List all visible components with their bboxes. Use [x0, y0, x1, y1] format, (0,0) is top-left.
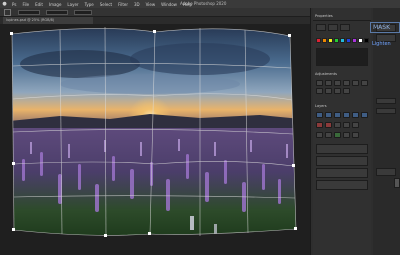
layer-row-4[interactable] — [316, 180, 368, 190]
adjust-levels-button[interactable] — [325, 80, 332, 86]
menu-item-type[interactable]: Type — [82, 2, 97, 7]
layer-row-3[interactable] — [316, 168, 368, 178]
swatch-yellow[interactable] — [328, 38, 333, 43]
mask-label: MASK — [370, 22, 400, 33]
layer-action-3[interactable] — [334, 112, 341, 118]
swatch-white[interactable] — [358, 38, 363, 43]
layer-row-2[interactable] — [316, 156, 368, 166]
divider — [313, 20, 371, 21]
histogram — [316, 48, 368, 66]
adjust-mixer-button[interactable] — [343, 88, 350, 94]
adjust-bw-button[interactable] — [325, 88, 332, 94]
tool-red-1[interactable] — [316, 122, 323, 128]
swatch-orange[interactable] — [322, 38, 327, 43]
panel-title-adjustments: Adjustments — [315, 72, 337, 76]
adjust-vibrance-button[interactable] — [352, 80, 359, 86]
adjust-exposure-button[interactable] — [343, 80, 350, 86]
blend-mode-link[interactable]: Lighten — [372, 41, 391, 47]
properties-panel: Properties Adjustments Layers — [313, 8, 371, 255]
menu-item-filter[interactable]: Filter — [115, 2, 131, 7]
adjust-photo-filter-button[interactable] — [334, 88, 341, 94]
panel-control-2[interactable] — [328, 24, 338, 31]
tool-8[interactable] — [343, 132, 350, 138]
option-field-3[interactable] — [74, 10, 92, 15]
menu-item-layer[interactable]: Layer — [64, 2, 81, 7]
tool-6[interactable] — [316, 132, 323, 138]
layer-action-6[interactable] — [361, 112, 368, 118]
option-field-2[interactable] — [46, 10, 68, 15]
menu-item-select[interactable]: Select — [97, 2, 115, 7]
tool-red-2[interactable] — [325, 122, 332, 128]
layer-action-4[interactable] — [343, 112, 350, 118]
document-tab[interactable]: lupines.psd @ 25% (RGB/8) — [3, 17, 93, 24]
tool-4[interactable] — [343, 122, 350, 128]
menu-item-ps[interactable]: Ps — [9, 2, 19, 7]
adjust-balance-button[interactable] — [316, 88, 323, 94]
panel-control-1[interactable] — [316, 24, 326, 31]
swatch-black[interactable] — [364, 38, 369, 43]
adjust-hue-button[interactable] — [361, 80, 368, 86]
photoshop-window: ● Ps File Edit Image Layer Type Select F… — [0, 0, 400, 255]
menu-item-image[interactable]: Image — [46, 2, 65, 7]
swatch-green[interactable] — [334, 38, 339, 43]
menu-item-window[interactable]: Window — [158, 2, 180, 7]
side-control-5[interactable] — [376, 168, 396, 176]
panel-control-3[interactable] — [340, 24, 350, 31]
swatch-purple[interactable] — [352, 38, 357, 43]
menu-item-3d[interactable]: 3D — [131, 2, 143, 7]
swatch-blue[interactable] — [346, 38, 351, 43]
layer-action-2[interactable] — [325, 112, 332, 118]
adjust-curves-button[interactable] — [334, 80, 341, 86]
menu-item-view[interactable]: View — [143, 2, 159, 7]
swatch-cyan[interactable] — [340, 38, 345, 43]
adjust-brightness-button[interactable] — [316, 80, 323, 86]
tool-5[interactable] — [352, 122, 359, 128]
layer-action-5[interactable] — [352, 112, 359, 118]
canvas-image — [10, 26, 297, 237]
app-icon[interactable]: ● — [0, 1, 9, 7]
option-field-1[interactable] — [18, 10, 40, 15]
side-control-3[interactable] — [376, 98, 396, 104]
tool-3[interactable] — [334, 122, 341, 128]
panel-title-layers: Layers — [315, 104, 327, 108]
options-bar — [0, 8, 310, 17]
menu-item-file[interactable]: File — [19, 2, 32, 7]
tool-9[interactable] — [352, 132, 359, 138]
window-title: Adobe Photoshop 2020 — [180, 1, 227, 6]
menu-bar: ● Ps File Edit Image Layer Type Select F… — [0, 0, 400, 8]
menu-item-edit[interactable]: Edit — [32, 2, 46, 7]
canvas-area[interactable] — [0, 24, 310, 255]
tool-green-1[interactable] — [334, 132, 341, 138]
swatch-red[interactable] — [316, 38, 321, 43]
layer-action-1[interactable] — [316, 112, 323, 118]
panel-title-properties: Properties — [315, 14, 333, 18]
panel-scrollbar[interactable] — [394, 178, 400, 188]
transform-tool-icon[interactable] — [4, 9, 11, 16]
side-control-4[interactable] — [376, 108, 396, 114]
layer-row-1[interactable] — [316, 144, 368, 154]
tool-7[interactable] — [325, 132, 332, 138]
